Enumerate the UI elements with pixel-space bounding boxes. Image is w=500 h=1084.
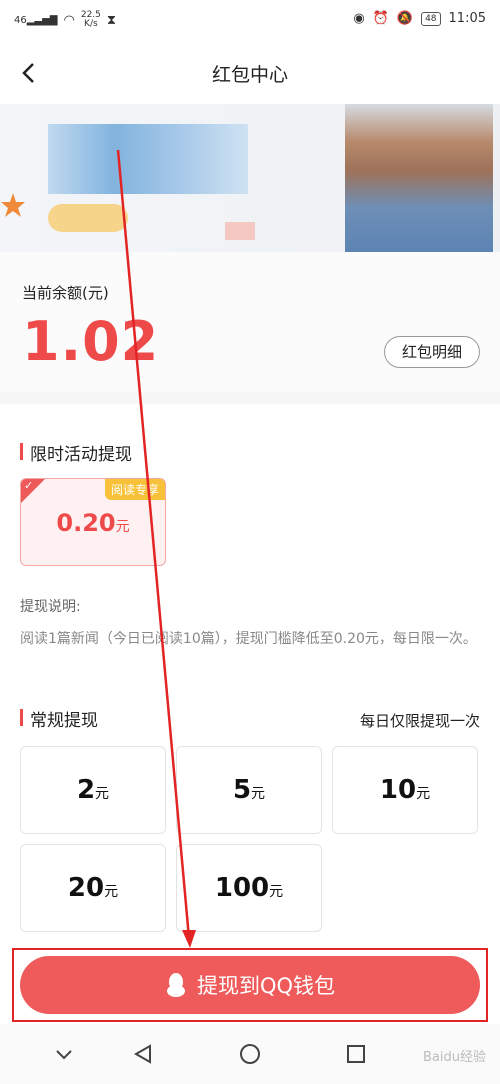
balance-card: 当前余额(元) 1.02 红包明细	[0, 252, 500, 392]
promo-option[interactable]: ✓ 阅读专享 0.20元	[20, 478, 166, 566]
banner-blur-pill	[48, 204, 128, 232]
bottom-bar: 提现到QQ钱包	[0, 944, 500, 1024]
battery-level: 48	[421, 11, 441, 26]
balance-label: 当前余额(元)	[22, 284, 109, 302]
promo-tag: 阅读专享	[104, 479, 165, 500]
withdraw-card: 限时活动提现 ✓ 阅读专享 0.20元 提现说明: 阅读1篇新闻（今日已阅读10…	[0, 404, 500, 944]
desc-text: 阅读1篇新闻（今日已阅读10篇），提现门槛降低至0.20元，每日限一次。	[20, 631, 477, 647]
nav-bar: 红包中心	[0, 40, 500, 104]
net-speed: 22.5 K/s	[80, 10, 101, 29]
banner-image[interactable]	[0, 104, 500, 252]
watermark: Baidu经验	[423, 1050, 486, 1065]
back-triangle-icon[interactable]	[131, 1042, 155, 1066]
wifi-icon: ◠	[63, 12, 75, 28]
status-bar: 46▂▃▅▇ ◠ 22.5 K/s ⧗ ◉ ⏰ 🔕 48 11:05	[0, 0, 500, 40]
home-circle-icon[interactable]	[238, 1042, 262, 1066]
status-right: ◉ ⏰ 🔕 48 11:05	[353, 11, 486, 26]
promo-amount: 0.20元	[56, 509, 130, 537]
regular-section-title: 常规提现	[20, 706, 98, 731]
chevron-down-icon[interactable]	[52, 1042, 76, 1066]
check-icon: ✓	[24, 479, 34, 492]
daily-limit-note: 每日仅限提现一次	[359, 712, 480, 730]
alarm-icon: ⏰	[372, 11, 389, 26]
signal-icon: 46▂▃▅▇	[14, 14, 58, 26]
promo-section-title: 限时活动提现	[20, 440, 132, 465]
eye-icon: ◉	[353, 11, 365, 26]
amount-option-5[interactable]: 5元	[176, 746, 322, 834]
qq-penguin-icon	[166, 973, 185, 997]
detail-button[interactable]: 红包明细	[384, 336, 480, 368]
amount-option-2[interactable]: 2元	[20, 746, 166, 834]
balance-value: 1.02	[22, 310, 160, 373]
system-nav-bar: Baidu经验	[0, 1024, 500, 1084]
clock: 11:05	[448, 11, 486, 26]
amount-option-100[interactable]: 100元	[176, 844, 322, 932]
starfish-icon	[1, 193, 25, 217]
hourglass-icon: ⧗	[106, 12, 117, 28]
withdraw-to-qq-wallet-button[interactable]: 提现到QQ钱包	[20, 956, 480, 1014]
banner-blur-text	[48, 124, 248, 194]
status-left: 46▂▃▅▇ ◠ 22.5 K/s ⧗	[14, 11, 116, 29]
annotation-box: 提现到QQ钱包	[12, 948, 488, 1022]
desc-title: 提现说明:	[20, 599, 81, 615]
cta-label: 提现到QQ钱包	[196, 974, 336, 998]
page-title: 红包中心	[211, 64, 288, 86]
banner-blur-red	[225, 222, 255, 240]
amount-option-10[interactable]: 10元	[332, 746, 478, 834]
banner-blur-person	[345, 104, 493, 252]
amount-option-20[interactable]: 20元	[20, 844, 166, 932]
recents-square-icon[interactable]	[344, 1042, 368, 1066]
mute-icon: 🔕	[396, 11, 414, 26]
